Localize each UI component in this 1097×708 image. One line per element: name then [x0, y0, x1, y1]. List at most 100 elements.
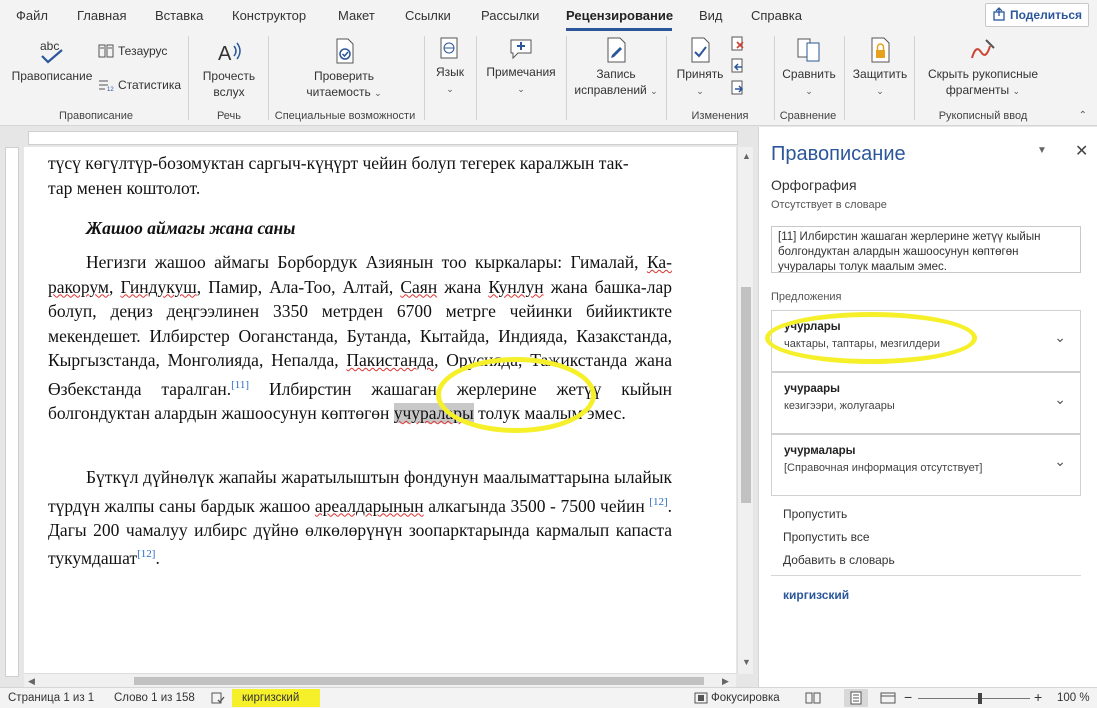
pane-title: Правописание: [771, 143, 906, 165]
statistics-label: Статистика: [118, 78, 182, 92]
context-sentence: [11] Илбирстин жашаган жерлерине жетүү к…: [771, 226, 1081, 273]
reject-icon[interactable]: [730, 36, 746, 52]
scroll-up-arrow-icon[interactable]: ▲: [742, 151, 751, 161]
group-separator: [914, 36, 915, 120]
zoom-slider-thumb[interactable]: [978, 693, 982, 704]
paragraph-1: түсү көгүлтүр-бозомуктан саргыч-күңүрт ч…: [48, 151, 672, 200]
comments-button[interactable]: Примечания ⌄: [480, 36, 562, 97]
spelling-button[interactable]: abc Правописание: [10, 36, 94, 84]
tab-review[interactable]: Рецензирование: [566, 8, 673, 23]
collapse-ribbon-icon[interactable]: ⌃: [1079, 110, 1087, 121]
ignore-all-button[interactable]: Пропустить все: [783, 530, 870, 544]
horizontal-ruler[interactable]: [28, 131, 738, 145]
page-count[interactable]: Страница 1 из 1: [8, 692, 94, 704]
zoom-out-icon[interactable]: −: [904, 689, 912, 705]
group-label-changes: Изменения: [691, 110, 749, 122]
suggestion-synonyms: кезигээри, жолугаары: [784, 400, 895, 412]
misspelled-word[interactable]: Пакистанда: [346, 350, 434, 370]
chevron-down-icon[interactable]: ⌄: [1054, 453, 1066, 470]
share-label: Поделиться: [1009, 8, 1083, 22]
yellow-highlight-circle: [765, 312, 977, 364]
proofing-icon[interactable]: [211, 692, 225, 707]
tab-mailings[interactable]: Рассылки: [481, 8, 539, 23]
comments-icon: [510, 39, 532, 60]
vertical-scroll-thumb[interactable]: [741, 287, 751, 503]
accept-button[interactable]: Принять ⌄: [672, 36, 728, 99]
tab-references[interactable]: Ссылки: [405, 8, 451, 23]
misspelled-word[interactable]: Саян: [400, 277, 437, 297]
language-button[interactable]: Язык ⌄: [430, 36, 470, 97]
spelling-pane: Правописание ▼ ✕ Орфография Отсутствует …: [758, 127, 1097, 687]
chevron-down-icon[interactable]: ⌄: [1054, 391, 1066, 408]
footnote-reference[interactable]: [11]: [231, 379, 249, 391]
vertical-ruler[interactable]: [5, 147, 19, 677]
scroll-right-arrow-icon[interactable]: ▶: [722, 676, 729, 687]
misspelled-word[interactable]: ракорум: [48, 277, 109, 297]
track-changes-button[interactable]: Запись исправлений ⌄: [570, 36, 662, 99]
thesaurus-button[interactable]: Тезаурус: [98, 44, 167, 58]
protect-label: Защитить: [852, 67, 908, 81]
statistics-button[interactable]: 123 Статистика: [98, 78, 181, 92]
previous-change-icon[interactable]: [730, 58, 746, 74]
language-status[interactable]: киргизский: [242, 692, 299, 704]
misspelled-word[interactable]: ареалдарынын: [315, 495, 424, 515]
web-layout-icon[interactable]: [880, 691, 896, 708]
focus-icon[interactable]: [694, 692, 708, 707]
proofing-language-link[interactable]: киргизский: [783, 588, 849, 602]
ignore-button[interactable]: Пропустить: [783, 507, 847, 521]
paragraph-line: түсү көгүлтүр-бозомуктан саргыч-күңүрт ч…: [48, 153, 629, 173]
group-label-speech: Речь: [216, 110, 242, 122]
tab-insert[interactable]: Вставка: [155, 8, 203, 23]
suggestion-word: учурмалары: [784, 445, 856, 457]
tab-layout[interactable]: Макет: [338, 8, 375, 23]
horizontal-scrollbar[interactable]: ◀ ▶: [24, 673, 736, 687]
tab-home[interactable]: Главная: [77, 8, 126, 23]
track-changes-label-2: исправлений: [574, 83, 647, 97]
tab-file[interactable]: Файл: [16, 8, 48, 23]
horizontal-scroll-thumb[interactable]: [134, 677, 704, 685]
suggestion-item[interactable]: учурмалары [Справочная информация отсутс…: [771, 434, 1081, 496]
group-label-ink: Рукописный ввод: [938, 110, 1028, 122]
hide-ink-button[interactable]: Скрыть рукописные фрагменты ⌄: [918, 36, 1048, 99]
chevron-down-icon[interactable]: ⌄: [1054, 329, 1066, 346]
footnote-reference[interactable]: [12]: [649, 496, 667, 508]
misspelled-word[interactable]: Ка-: [647, 252, 672, 272]
zoom-level[interactable]: 100 %: [1057, 692, 1090, 704]
tab-help[interactable]: Справка: [751, 8, 802, 23]
svg-text:abc: abc: [40, 39, 59, 53]
close-icon[interactable]: ✕: [1075, 141, 1088, 161]
scroll-left-arrow-icon[interactable]: ◀: [28, 676, 35, 687]
next-change-icon[interactable]: [730, 80, 746, 96]
tab-design[interactable]: Конструктор: [232, 8, 306, 23]
svg-text:A: A: [218, 43, 232, 65]
suggestion-item[interactable]: учураары кезигээри, жолугаары ⌄: [771, 372, 1081, 434]
compare-button[interactable]: Сравнить ⌄: [778, 36, 840, 99]
protect-button[interactable]: Защитить ⌄: [848, 36, 912, 99]
change-nav-buttons: [730, 36, 760, 96]
add-to-dictionary-button[interactable]: Добавить в словарь: [783, 553, 895, 567]
check-accessibility-button[interactable]: Проверить читаемость ⌄: [274, 36, 414, 101]
zoom-in-icon[interactable]: +: [1034, 689, 1042, 705]
print-layout-icon[interactable]: [844, 689, 868, 707]
focus-mode-button[interactable]: Фокусировка: [711, 692, 780, 704]
section-title: Орфография: [771, 177, 857, 193]
read-mode-icon[interactable]: [805, 691, 821, 708]
read-aloud-button[interactable]: A Прочесть вслух: [194, 36, 264, 100]
share-button[interactable]: Поделиться: [985, 3, 1089, 27]
footnote-reference[interactable]: [12]: [137, 548, 155, 560]
misspelled-word[interactable]: Гиндукуш: [120, 277, 196, 297]
group-label-compare: Сравнение: [779, 110, 837, 122]
scroll-down-arrow-icon[interactable]: ▼: [742, 657, 751, 667]
misspelled-word[interactable]: Кунлун: [488, 277, 543, 297]
word-count[interactable]: Слово 1 из 158: [114, 692, 195, 704]
vertical-scrollbar[interactable]: ▲ ▼: [737, 147, 753, 674]
hide-ink-label-2: фрагменты: [945, 83, 1010, 97]
group-separator: [566, 36, 567, 120]
accessibility-check-icon: [336, 38, 354, 64]
pane-options-icon[interactable]: ▼: [1037, 145, 1047, 156]
tab-view[interactable]: Вид: [699, 8, 723, 23]
accept-label: Принять: [676, 67, 724, 81]
zoom-slider[interactable]: [918, 698, 1030, 699]
document-page[interactable]: түсү көгүлтүр-бозомуктан саргыч-күңүрт ч…: [24, 147, 736, 673]
paragraph-3: Бүткүл дүйнөлүк жапайы жаратылыштын фонд…: [48, 467, 672, 569]
